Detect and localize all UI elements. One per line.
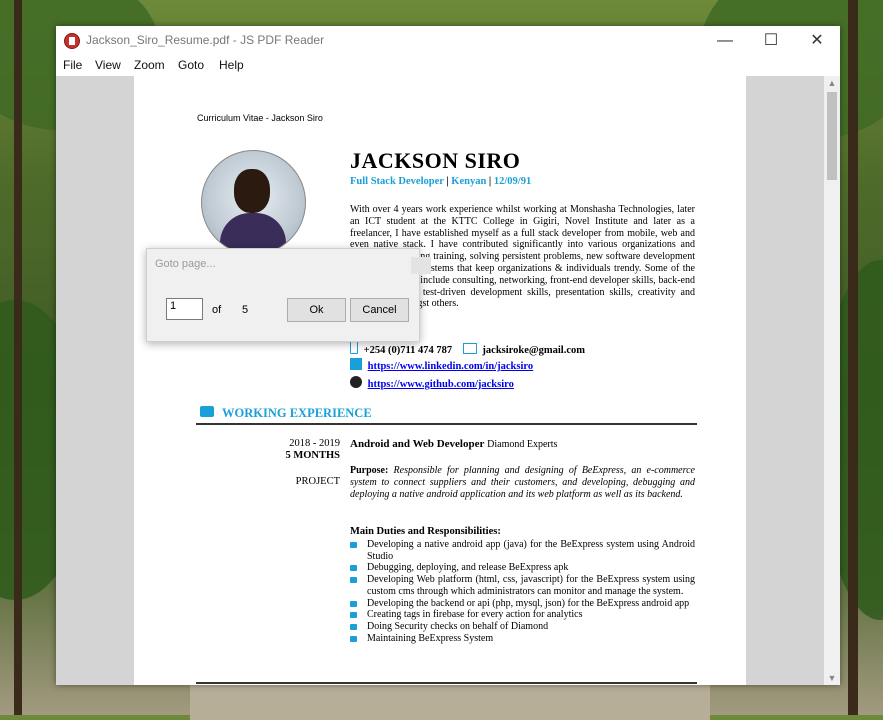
- duty-item: Creating tags in firebase for every acti…: [350, 609, 695, 621]
- duty-text: Developing a native android app (java) f…: [367, 539, 695, 562]
- title-bar[interactable]: Jackson_Siro_Resume.pdf - JS PDF Reader …: [56, 26, 840, 56]
- cancel-button[interactable]: Cancel: [350, 298, 409, 322]
- linkedin-icon: [350, 358, 362, 370]
- job-heading: Android and Web Developer Diamond Expert…: [350, 438, 557, 450]
- menu-goto[interactable]: Goto: [178, 58, 204, 72]
- candidate-name: JACKSON SIRO: [350, 148, 521, 173]
- page-bottom-divider: [196, 682, 697, 684]
- linkedin-link[interactable]: https://www.linkedin.com/in/jacksiro: [368, 361, 534, 372]
- duty-item: Developing a native android app (java) f…: [350, 539, 695, 562]
- bullet-icon: [350, 542, 357, 548]
- window-title: Jackson_Siro_Resume.pdf - JS PDF Reader: [86, 33, 325, 47]
- pdf-page: Curriculum Vitae - Jackson Siro JACKSON …: [134, 76, 746, 685]
- dialog-title: Goto page...: [155, 258, 216, 270]
- email-text: jacksiroke@gmail.com: [482, 345, 586, 356]
- duty-item: Doing Security checks on behalf of Diamo…: [350, 621, 695, 633]
- purpose-label: Purpose:: [350, 465, 389, 476]
- duties-list: Developing a native android app (java) f…: [350, 539, 695, 644]
- duties-title: Main Duties and Responsibilities:: [350, 526, 501, 537]
- page-number-input[interactable]: 1: [166, 298, 203, 320]
- vertical-scrollbar[interactable]: ▲ ▼: [824, 76, 840, 685]
- github-link[interactable]: https://www.github.com/jacksiro: [368, 379, 514, 390]
- scroll-up-arrow-icon[interactable]: ▲: [824, 76, 840, 90]
- duty-text: Debugging, deploying, and release BeExpr…: [367, 562, 569, 574]
- purpose-text: Responsible for planning and designing o…: [350, 465, 696, 500]
- job-purpose: Purpose: Responsible for planning and de…: [350, 465, 695, 500]
- section-divider: [196, 423, 697, 425]
- github-line: https://www.github.com/jacksiro: [350, 376, 514, 390]
- duty-text: Maintaining BeExpress System: [367, 632, 494, 644]
- phone-text: +254 (0)711 474 787: [363, 345, 453, 356]
- menu-bar: File View Zoom Goto Help: [56, 56, 840, 76]
- maximize-button[interactable]: ☐: [748, 26, 794, 56]
- linkedin-line: https://www.linkedin.com/in/jacksiro: [350, 358, 533, 372]
- menu-view[interactable]: View: [95, 58, 121, 72]
- candidate-subtitle: Full Stack Developer | Kenyan | 12/09/91: [350, 176, 532, 187]
- minimize-button[interactable]: —: [702, 26, 748, 56]
- job-company: Diamond Experts: [487, 439, 558, 450]
- dialog-close-button[interactable]: [411, 257, 431, 274]
- email-icon: [462, 343, 477, 354]
- total-pages-label: 5: [242, 304, 249, 316]
- bullet-icon: [350, 623, 357, 630]
- duty-text: Developing Web platform (html, css, java…: [367, 574, 695, 597]
- duty-item: Developing Web platform (html, css, java…: [350, 574, 695, 597]
- job-duration: 5 MONTHS: [285, 450, 340, 461]
- section-title: WORKING EXPERIENCE: [222, 406, 372, 420]
- scroll-down-arrow-icon[interactable]: ▼: [824, 671, 840, 685]
- duty-item: Debugging, deploying, and release BeExpr…: [350, 562, 695, 574]
- duty-text: Creating tags in firebase for every acti…: [367, 609, 583, 621]
- briefcase-icon: [200, 406, 214, 417]
- job-period: 2018 - 2019: [289, 438, 340, 449]
- bullet-icon: [350, 577, 357, 584]
- pdf-reader-window: Jackson_Siro_Resume.pdf - JS PDF Reader …: [56, 26, 840, 685]
- bullet-icon: [350, 600, 357, 607]
- role-text: Full Stack Developer: [350, 176, 444, 187]
- scrollbar-thumb[interactable]: [827, 92, 837, 180]
- duty-item: Maintaining BeExpress System: [350, 633, 695, 645]
- profile-photo: [201, 150, 306, 255]
- github-icon: [350, 376, 362, 388]
- bullet-icon: [350, 565, 357, 572]
- of-label: of: [212, 304, 222, 316]
- bullet-icon: [350, 612, 357, 619]
- duty-text: Doing Security checks on behalf of Diamo…: [367, 620, 549, 632]
- menu-help[interactable]: Help: [219, 58, 244, 72]
- menu-file[interactable]: File: [63, 58, 82, 72]
- pdf-app-icon: [64, 33, 80, 49]
- duty-text: Developing the backend or api (php, mysq…: [367, 597, 690, 609]
- menu-zoom[interactable]: Zoom: [134, 58, 165, 72]
- job-title: Android and Web Developer: [350, 438, 485, 450]
- duty-item: Developing the backend or api (php, mysq…: [350, 598, 695, 610]
- goto-page-dialog: Goto page... 1 of 5 Ok Cancel: [146, 248, 431, 342]
- job-kind: PROJECT: [295, 476, 340, 487]
- document-viewer[interactable]: Curriculum Vitae - Jackson Siro JACKSON …: [56, 76, 824, 685]
- contact-line: +254 (0)711 474 787 jacksiroke@gmail.com: [350, 341, 585, 356]
- phone-icon: [350, 341, 358, 354]
- nationality-text: Kenyan: [451, 176, 487, 187]
- dob-text: 12/09/91: [493, 176, 532, 187]
- ok-button[interactable]: Ok: [287, 298, 346, 322]
- bullet-icon: [350, 635, 357, 642]
- close-button[interactable]: ✕: [794, 26, 840, 56]
- page-header: Curriculum Vitae - Jackson Siro: [197, 113, 323, 123]
